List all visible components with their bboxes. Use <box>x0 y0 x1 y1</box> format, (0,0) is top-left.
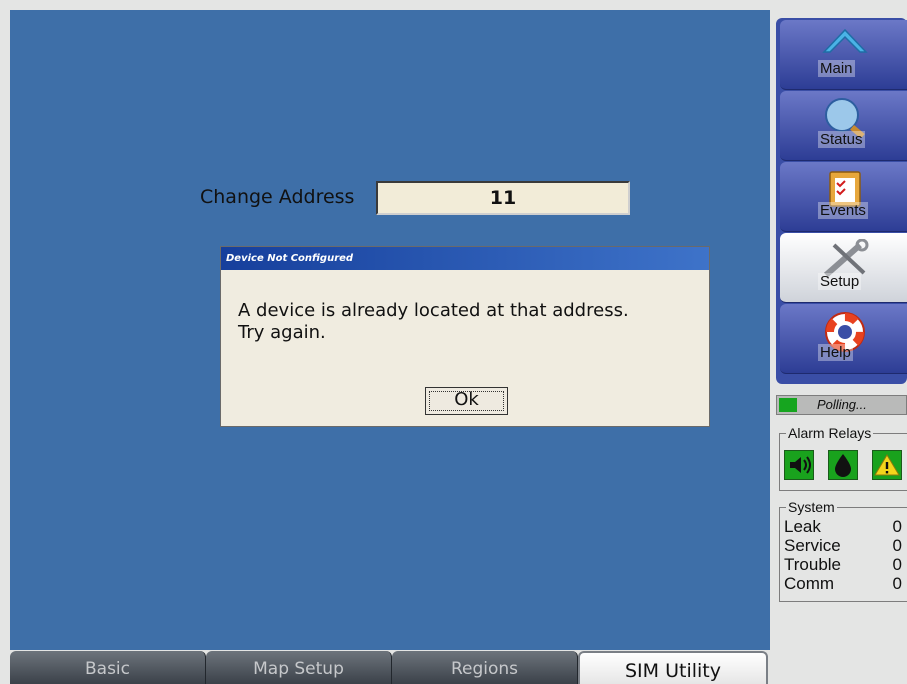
polling-text: Polling... <box>817 397 867 412</box>
polling-status: Polling... <box>776 395 907 415</box>
sidebar-item-label: Setup <box>818 273 862 290</box>
speaker-icon[interactable] <box>784 450 814 480</box>
system-row-label: Comm <box>784 574 835 593</box>
system-legend: System <box>786 499 837 515</box>
home-icon <box>822 28 868 53</box>
sidebar-item-status[interactable]: Status <box>780 91 907 161</box>
drop-icon[interactable] <box>828 450 858 480</box>
system-row-value: 0 <box>892 517 902 536</box>
tab-sim-utility[interactable]: SIM Utility <box>578 651 768 684</box>
tab-basic[interactable]: Basic <box>10 651 206 684</box>
ok-button[interactable]: Ok <box>425 387 508 415</box>
address-input[interactable]: 11 <box>376 181 630 215</box>
tab-map-setup[interactable]: Map Setup <box>206 651 392 684</box>
dialog-title: Device Not Configured <box>221 247 709 270</box>
system-row-label: Trouble <box>784 555 842 574</box>
system-row-label: Leak <box>784 517 821 536</box>
dialog-message-line-2: Try again. <box>238 322 326 343</box>
system-row-value: 0 <box>892 555 902 574</box>
change-address-label: Change Address <box>200 186 355 208</box>
bottom-tab-bar: Basic Map Setup Regions SIM Utility <box>10 651 770 684</box>
sidebar-item-events[interactable]: Events <box>780 162 907 232</box>
sidebar-nav: Main Status Events Setup Help <box>776 18 907 384</box>
sidebar-item-label: Events <box>818 202 868 219</box>
system-row-value: 0 <box>892 574 902 593</box>
tab-regions[interactable]: Regions <box>392 651 578 684</box>
system-row-value: 0 <box>892 536 902 555</box>
system-row-comm: Comm 0 <box>784 575 902 593</box>
warning-icon[interactable] <box>872 450 902 480</box>
sidebar-item-label: Status <box>818 131 865 148</box>
focus-ring <box>429 391 504 411</box>
sidebar-item-main[interactable]: Main <box>780 20 907 90</box>
alarm-relays-group: Alarm Relays <box>779 425 907 491</box>
sidebar-item-setup[interactable]: Setup <box>780 233 907 303</box>
system-row-leak: Leak 0 <box>784 518 902 536</box>
dialog-message: A device is already located at that addr… <box>238 300 629 344</box>
system-row-service: Service 0 <box>784 537 902 555</box>
device-not-configured-dialog: Device Not Configured A device is alread… <box>220 246 710 427</box>
sidebar-item-label: Help <box>818 344 853 361</box>
system-row-label: Service <box>784 536 841 555</box>
alarm-relays-legend: Alarm Relays <box>786 425 874 441</box>
system-row-trouble: Trouble 0 <box>784 556 902 574</box>
sidebar-item-help[interactable]: Help <box>780 304 907 374</box>
system-group: System Leak 0 Service 0 Trouble 0 Comm 0 <box>779 499 907 602</box>
sidebar-item-label: Main <box>818 60 855 77</box>
main-panel: Change Address 11 Device Not Configured … <box>10 10 770 650</box>
dialog-message-line-1: A device is already located at that addr… <box>238 300 629 321</box>
polling-indicator <box>779 398 797 412</box>
